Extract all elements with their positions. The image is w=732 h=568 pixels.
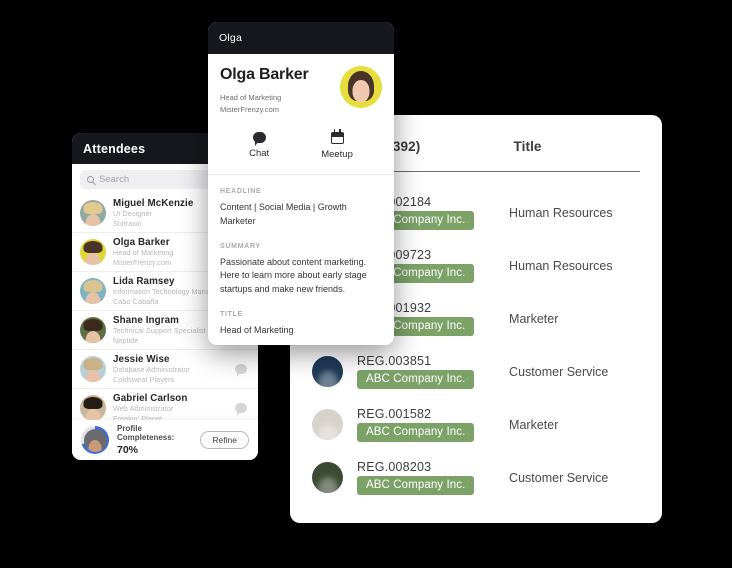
- title-cell: Human Resources: [509, 205, 613, 220]
- avatar: [80, 200, 106, 226]
- summary-section: SUMMARY Passionate about content marketi…: [220, 243, 382, 297]
- title-cell: Human Resources: [509, 258, 613, 273]
- profile-card-header-title: Olga: [219, 32, 242, 44]
- calendar-icon: [330, 129, 344, 145]
- company-badge: ABC Company Inc.: [357, 370, 475, 389]
- search-placeholder: Search: [99, 174, 130, 185]
- title-cell: Marketer: [509, 311, 559, 326]
- attendee-name: Gabriel Carlson: [113, 392, 188, 404]
- company-badge: ABC Company Inc.: [357, 476, 475, 495]
- profile-avatar: [340, 66, 382, 108]
- title-section: TITLE Head of Marketing: [220, 311, 382, 338]
- attendees-title: Attendees: [83, 141, 146, 156]
- prospect-cell: REG.008203 ABC Company Inc.: [357, 460, 493, 495]
- registration-id: REG.008203: [357, 460, 432, 474]
- headline-text: Content | Social Media | Growth Marketer: [220, 202, 347, 226]
- profile-completeness-bar: Profile Completeness: 70% Refine: [72, 420, 258, 460]
- profile-name: Olga Barker: [220, 66, 309, 83]
- avatar: [80, 278, 106, 304]
- profile-company: MisterFrenzy.com: [220, 104, 280, 114]
- avatar: [80, 239, 106, 265]
- prospect-cell: REG.001582 ABC Company Inc.: [357, 407, 493, 442]
- completeness-value: 70%: [117, 444, 139, 456]
- column-header-title[interactable]: Title: [498, 139, 640, 154]
- prospect-cell: REG.003851 ABC Company Inc.: [357, 354, 493, 389]
- profile-role: Head of Marketing: [220, 93, 282, 102]
- company-badge: ABC Company Inc.: [357, 423, 475, 442]
- list-item[interactable]: Jessie Wise Database Administrator Colds…: [72, 350, 258, 389]
- avatar: [80, 356, 106, 382]
- refine-button[interactable]: Refine: [200, 431, 249, 449]
- avatar: [312, 356, 343, 387]
- meetup-action-button[interactable]: Meetup: [321, 129, 353, 161]
- profile-summary: Olga Barker Head of Marketing MisterFren…: [208, 54, 394, 115]
- profile-card-header: Olga: [208, 22, 394, 54]
- chat-bubble-icon[interactable]: [235, 403, 247, 416]
- title-cell: Marketer: [509, 417, 559, 432]
- registration-id: REG.003851: [357, 354, 432, 368]
- meetup-action-label: Meetup: [321, 149, 353, 161]
- app-root: ects (392) Title REG.002184 ABC Company …: [0, 0, 732, 568]
- registration-id: REG.001582: [357, 407, 432, 421]
- avatar: [80, 317, 106, 343]
- title-cell: Customer Service: [509, 470, 609, 485]
- profile-completeness-ring: [81, 426, 109, 454]
- headline-label: HEADLINE: [220, 188, 262, 196]
- profile-detail-card: Olga Olga Barker Head of Marketing Miste…: [208, 22, 394, 345]
- summary-text: Passionate about content marketing. Here…: [220, 256, 367, 294]
- headline-section: HEADLINE Content | Social Media | Growth…: [220, 188, 382, 228]
- summary-label: SUMMARY: [220, 242, 261, 250]
- attendee-company: Freakin' Planet: [113, 413, 163, 421]
- attendee-role: Web Administrator: [113, 403, 174, 413]
- chat-action-button[interactable]: Chat: [249, 132, 269, 160]
- avatar: [312, 462, 343, 493]
- avatar: [312, 409, 343, 440]
- avatar: [80, 395, 106, 420]
- title-cell: Customer Service: [509, 364, 609, 379]
- title-label: TITLE: [220, 310, 243, 318]
- table-row[interactable]: REG.001582 ABC Company Inc. Marketer: [290, 398, 662, 451]
- table-row[interactable]: REG.008203 ABC Company Inc. Customer Ser…: [290, 451, 662, 504]
- list-item[interactable]: Gabriel Carlson Web Administrator Freaki…: [72, 389, 258, 420]
- chat-action-label: Chat: [249, 148, 270, 160]
- attendee-role: Database Administrator: [113, 364, 190, 374]
- table-row[interactable]: REG.003851 ABC Company Inc. Customer Ser…: [290, 345, 662, 398]
- profile-actions: Chat Meetup: [208, 129, 394, 176]
- title-text: Head of Marketing: [220, 324, 294, 335]
- search-icon: [87, 176, 94, 183]
- chat-bubble-icon[interactable]: [235, 364, 247, 377]
- attendee-name: Jessie Wise: [113, 353, 170, 365]
- chat-bubble-icon: [252, 132, 266, 147]
- completeness-label: Profile Completeness:: [117, 424, 175, 442]
- profile-sections: HEADLINE Content | Social Media | Growth…: [208, 175, 394, 337]
- attendee-company: Coldsweat Players: [113, 374, 175, 384]
